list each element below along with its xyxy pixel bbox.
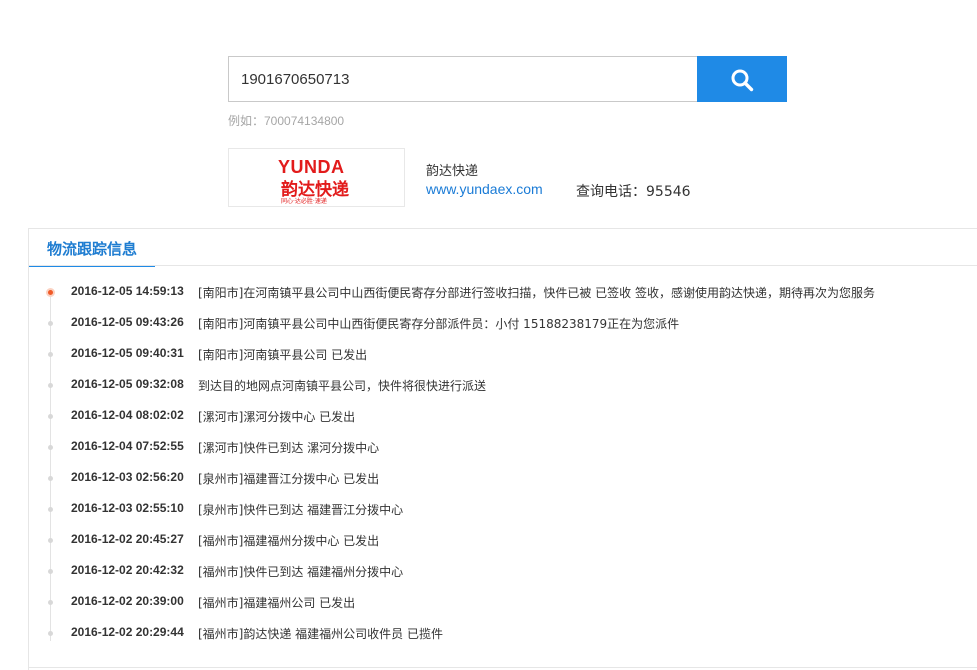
event-dot-icon — [48, 538, 53, 543]
tracking-event-row: 2016-12-02 20:29:44 [福州市]韵达快递 福建福州公司收件员 已… — [29, 625, 969, 645]
event-time: 2016-12-02 20:39:00 — [71, 594, 184, 608]
tracking-number-input[interactable] — [228, 56, 697, 102]
tracking-event-row: 2016-12-03 02:55:10 [泉州市]快件已到达 福建晋江分拨中心 — [29, 501, 969, 521]
event-time: 2016-12-05 14:59:13 — [71, 284, 184, 298]
event-description: [福州市]韵达快递 福建福州公司收件员 已揽件 — [198, 627, 443, 641]
latest-event-dot-icon — [46, 288, 55, 297]
event-description: [福州市]福建福州公司 已发出 — [198, 596, 356, 610]
event-time: 2016-12-02 20:29:44 — [71, 625, 184, 639]
event-description: [南阳市]在河南镇平县公司中山西街便民寄存分部进行签收扫描，快件已被 已签收 签… — [198, 286, 875, 300]
tab-tracking-info[interactable]: 物流跟踪信息 — [29, 229, 155, 267]
tracking-event-row: 2016-12-04 07:52:55 [漯河市]快件已到达 漯河分拨中心 — [29, 439, 969, 459]
company-phone: 查询电话：95546 — [576, 184, 691, 200]
event-description: 到达目的地网点河南镇平县公司，快件将很快进行派送 — [198, 379, 487, 393]
event-description: [福州市]福建福州分拨中心 已发出 — [198, 534, 380, 548]
tracking-event-row: 2016-12-05 09:43:26 [南阳市]河南镇平县公司中山西街便民寄存分… — [29, 315, 969, 335]
event-description: [漯河市]漯河分拨中心 已发出 — [198, 410, 356, 424]
event-dot-icon — [48, 321, 53, 326]
tracking-event-row: 2016-12-02 20:39:00 [福州市]福建福州公司 已发出 — [29, 594, 969, 614]
tracking-event-row: 2016-12-02 20:42:32 [福州市]快件已到达 福建福州分拨中心 — [29, 563, 969, 583]
tab-divider — [29, 265, 977, 266]
event-dot-icon — [48, 569, 53, 574]
event-description: [漯河市]快件已到达 漯河分拨中心 — [198, 441, 380, 455]
event-dot-icon — [48, 352, 53, 357]
event-time: 2016-12-02 20:45:27 — [71, 532, 184, 546]
timeline-line — [50, 291, 51, 641]
event-dot-icon — [48, 445, 53, 450]
event-description: [泉州市]快件已到达 福建晋江分拨中心 — [198, 503, 404, 517]
event-dot-icon — [48, 631, 53, 636]
company-website-link[interactable]: www.yundaex.com — [426, 181, 543, 197]
tracking-event-row: 2016-12-04 08:02:02 [漯河市]漯河分拨中心 已发出 — [29, 408, 969, 428]
logo-slogan: 同心·达必胜·速递 — [281, 198, 327, 205]
search-example-hint: 例如：700074134800 — [228, 114, 345, 128]
event-description: [南阳市]河南镇平县公司 已发出 — [198, 348, 368, 362]
tracking-event-row: 2016-12-05 14:59:13 [南阳市]在河南镇平县公司中山西街便民寄存… — [29, 284, 969, 304]
event-dot-icon — [48, 476, 53, 481]
event-time: 2016-12-05 09:40:31 — [71, 346, 184, 360]
event-time: 2016-12-05 09:32:08 — [71, 377, 184, 391]
panel-bottom-border — [29, 667, 977, 668]
search-bar — [228, 56, 787, 102]
search-icon — [731, 69, 754, 92]
event-description: [福州市]快件已到达 福建福州分拨中心 — [198, 565, 404, 579]
event-time: 2016-12-05 09:43:26 — [71, 315, 184, 329]
event-time: 2016-12-03 02:55:10 — [71, 501, 184, 515]
event-time: 2016-12-03 02:56:20 — [71, 470, 184, 484]
event-dot-icon — [48, 600, 53, 605]
tracking-event-row: 2016-12-05 09:40:31 [南阳市]河南镇平县公司 已发出 — [29, 346, 969, 366]
event-time: 2016-12-02 20:42:32 — [71, 563, 184, 577]
tracking-event-row: 2016-12-03 02:56:20 [泉州市]福建晋江分拨中心 已发出 — [29, 470, 969, 490]
event-time: 2016-12-04 08:02:02 — [71, 408, 184, 422]
tracking-event-row: 2016-12-05 09:32:08 到达目的地网点河南镇平县公司，快件将很快进… — [29, 377, 969, 397]
event-dot-icon — [48, 507, 53, 512]
panel-title: 物流跟踪信息 — [47, 240, 138, 258]
search-button[interactable] — [697, 56, 787, 102]
event-dot-icon — [48, 383, 53, 388]
tracking-panel: 物流跟踪信息 2016-12-05 14:59:13 [南阳市]在河南镇平县公司中… — [28, 228, 977, 670]
event-time: 2016-12-04 07:52:55 — [71, 439, 184, 453]
event-description: [南阳市]河南镇平县公司中山西街便民寄存分部派件员：小付 15188238179… — [198, 317, 680, 331]
tracking-event-row: 2016-12-02 20:45:27 [福州市]福建福州分拨中心 已发出 — [29, 532, 969, 552]
event-description: [泉州市]福建晋江分拨中心 已发出 — [198, 472, 380, 486]
company-name: 韵达快递 — [426, 164, 479, 179]
company-logo: YUNDA 韵达快递 同心·达必胜·速递 — [228, 148, 405, 207]
event-dot-icon — [48, 414, 53, 419]
